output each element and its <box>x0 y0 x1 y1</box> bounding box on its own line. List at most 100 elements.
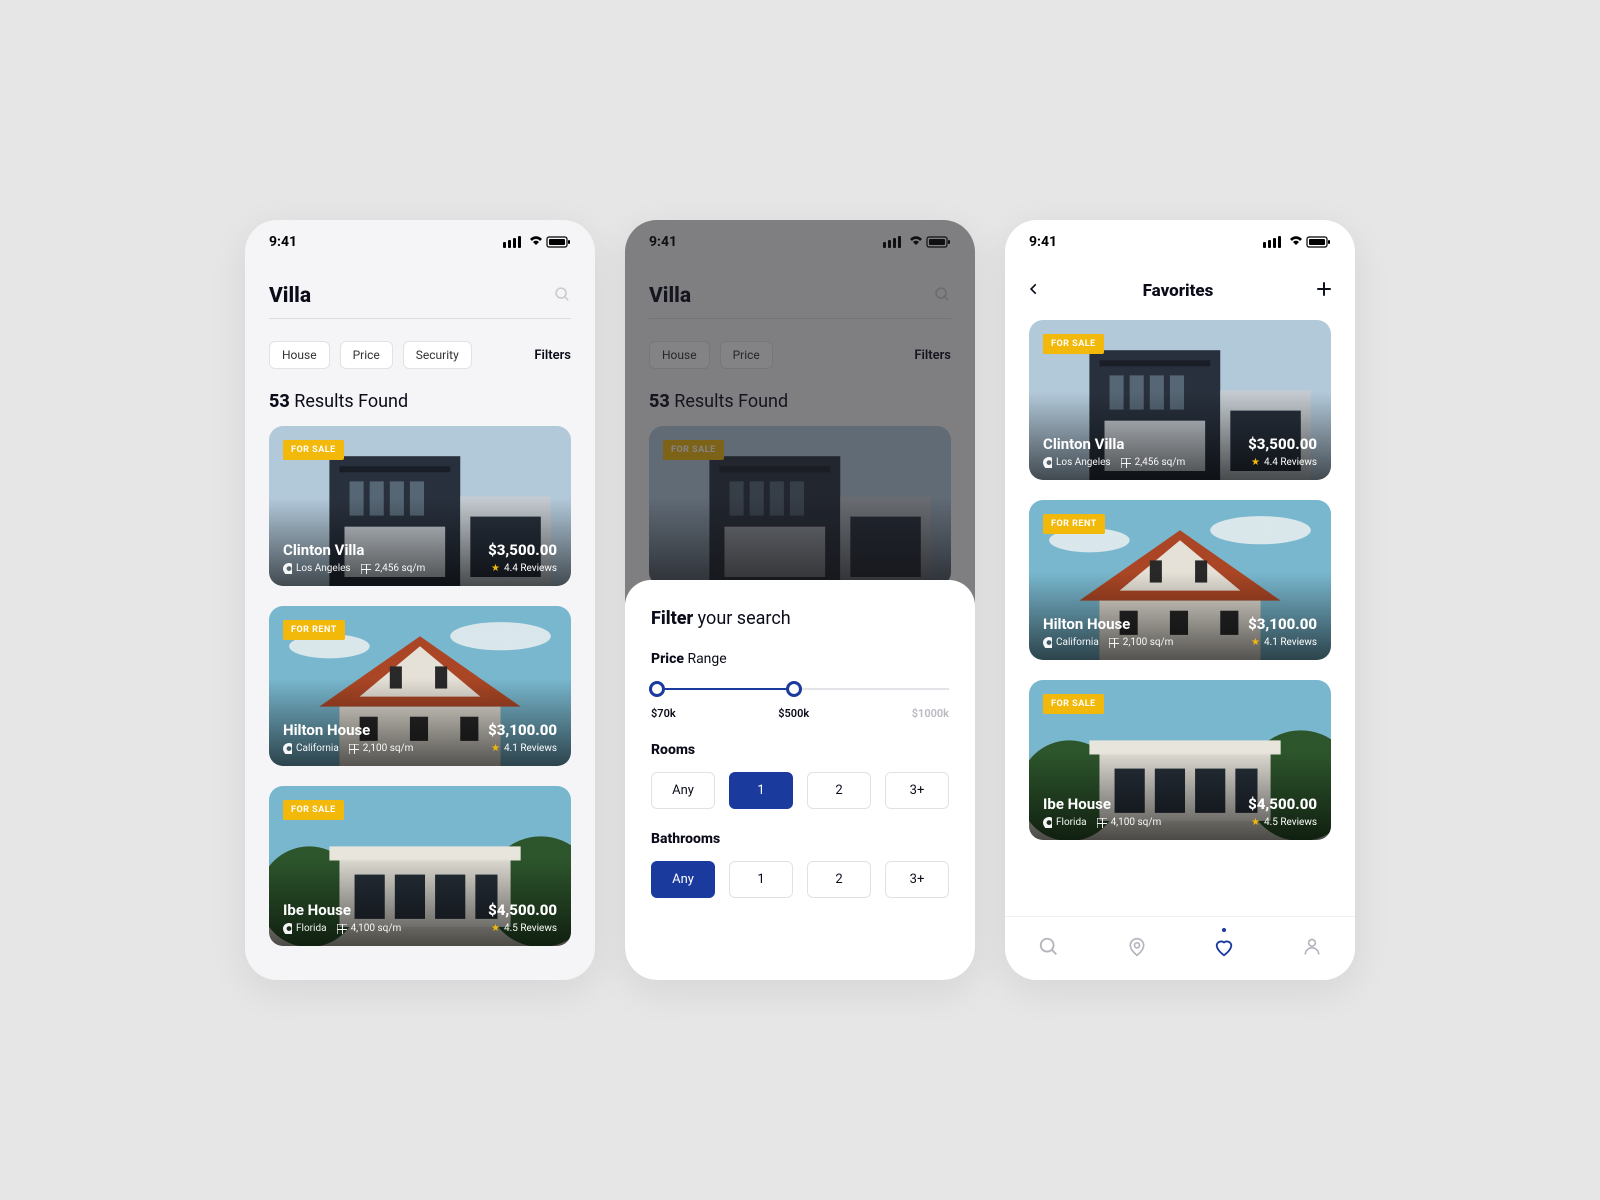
heart-icon <box>1213 936 1235 958</box>
plus-icon <box>1315 280 1333 298</box>
pin-icon <box>1043 457 1052 468</box>
rooms-opt-any[interactable]: Any <box>651 772 715 809</box>
add-button[interactable] <box>1315 280 1333 302</box>
slider-thumb-min[interactable] <box>649 681 665 697</box>
listing-location: Los Angeles <box>283 563 351 574</box>
listing-price: $4,500.00 <box>1248 795 1317 813</box>
bath-opt-1[interactable]: 1 <box>729 861 793 898</box>
listing-location: Los Angeles <box>1043 457 1111 468</box>
listing-price: $3,500.00 <box>1248 435 1317 453</box>
star-icon: ★ <box>491 743 500 754</box>
sheet-title: Filter your search <box>651 608 949 629</box>
listing-rating: ★4.4 Reviews <box>1248 457 1317 468</box>
star-icon: ★ <box>491 563 500 574</box>
listing-price: $4,500.00 <box>488 901 557 919</box>
price-mid: $500k <box>778 707 809 720</box>
user-icon <box>1302 936 1322 958</box>
rooms-opt-2[interactable]: 2 <box>807 772 871 809</box>
status-badge: FOR SALE <box>283 800 344 820</box>
area-icon <box>1109 638 1119 648</box>
listing-name: Clinton Villa <box>283 541 425 559</box>
listing-location: Florida <box>283 923 327 934</box>
favorite-card[interactable]: FOR SALE Ibe House Florida 4,100 sq/m $4… <box>1029 680 1331 840</box>
bath-opt-any[interactable]: Any <box>651 861 715 898</box>
star-icon: ★ <box>1251 817 1260 828</box>
price-max: $1000k <box>912 707 949 720</box>
status-bar: 9:41 <box>245 220 595 264</box>
listing-price: $3,100.00 <box>488 721 557 739</box>
area-icon <box>361 564 371 574</box>
pin-icon <box>1043 637 1052 648</box>
pin-icon <box>283 563 292 574</box>
price-slider[interactable] <box>651 681 949 697</box>
back-button[interactable] <box>1027 280 1041 302</box>
bathrooms-label: Bathrooms <box>651 831 949 847</box>
search-query[interactable]: Villa <box>269 284 311 308</box>
pin-icon <box>283 743 292 754</box>
pin-icon <box>1043 817 1052 828</box>
listing-rating: ★4.4 Reviews <box>488 563 557 574</box>
listing-name: Clinton Villa <box>1043 435 1185 453</box>
status-bar: 9:41 <box>1005 220 1355 264</box>
status-icons <box>1263 236 1331 248</box>
bathrooms-options: Any 1 2 3+ <box>651 861 949 898</box>
listing-name: Ibe House <box>283 901 401 919</box>
favorite-card[interactable]: FOR RENT Hilton House California 2,100 s… <box>1029 500 1331 660</box>
listing-card[interactable]: FOR SALE Ibe House Florida 4,100 sq/m $4… <box>269 786 571 946</box>
area-icon <box>349 744 359 754</box>
listing-rating: ★4.5 Reviews <box>1248 817 1317 828</box>
screen-listings: 9:41 Villa House Price Security Filters … <box>245 220 595 980</box>
status-time: 9:41 <box>269 234 297 250</box>
status-badge: FOR SALE <box>1043 694 1104 714</box>
page-title: Favorites <box>1143 281 1214 301</box>
listing-area: 2,100 sq/m <box>349 743 414 754</box>
bath-opt-2[interactable]: 2 <box>807 861 871 898</box>
active-dot <box>1222 928 1226 932</box>
bottom-nav <box>1005 916 1355 980</box>
pin-icon <box>283 923 292 934</box>
listing-name: Hilton House <box>1043 615 1173 633</box>
nav-profile[interactable] <box>1302 936 1322 962</box>
filter-chip-house[interactable]: House <box>269 341 330 369</box>
listing-name: Hilton House <box>283 721 413 739</box>
status-badge: FOR RENT <box>283 620 345 640</box>
rooms-options: Any 1 2 3+ <box>651 772 949 809</box>
rooms-opt-1[interactable]: 1 <box>729 772 793 809</box>
filters-link[interactable]: Filters <box>534 348 571 363</box>
status-icons <box>503 236 571 248</box>
star-icon: ★ <box>491 923 500 934</box>
listing-rating: ★4.1 Reviews <box>1248 637 1317 648</box>
screen-filter: 9:41 Villa House Price Filters 53 Result… <box>625 220 975 980</box>
filter-chip-price[interactable]: Price <box>340 341 393 369</box>
listing-rating: ★4.5 Reviews <box>488 923 557 934</box>
results-number: 53 <box>269 391 290 412</box>
star-icon: ★ <box>1251 637 1260 648</box>
results-count: 53 Results Found <box>245 369 595 426</box>
slider-thumb-max[interactable] <box>786 681 802 697</box>
pin-icon <box>1127 936 1147 958</box>
nav-search[interactable] <box>1038 936 1060 962</box>
status-badge: FOR SALE <box>1043 334 1104 354</box>
price-range-label: Price Range <box>651 651 949 667</box>
status-time: 9:41 <box>1029 234 1057 250</box>
nav-map[interactable] <box>1127 936 1147 962</box>
search-icon[interactable] <box>554 286 571 307</box>
area-icon <box>1121 458 1131 468</box>
listing-name: Ibe House <box>1043 795 1161 813</box>
listing-card[interactable]: FOR RENT Hilton House California 2,100 s… <box>269 606 571 766</box>
favorite-card[interactable]: FOR SALE Clinton Villa Los Angeles 2,456… <box>1029 320 1331 480</box>
area-icon <box>337 924 347 934</box>
listing-price: $3,500.00 <box>488 541 557 559</box>
listing-area: 2,100 sq/m <box>1109 637 1174 648</box>
listing-location: California <box>283 743 339 754</box>
nav-favorites[interactable] <box>1213 936 1235 962</box>
rooms-label: Rooms <box>651 742 949 758</box>
filter-chip-security[interactable]: Security <box>403 341 472 369</box>
bath-opt-3plus[interactable]: 3+ <box>885 861 949 898</box>
listing-area: 4,100 sq/m <box>337 923 402 934</box>
star-icon: ★ <box>1251 457 1260 468</box>
listing-location: California <box>1043 637 1099 648</box>
listing-price: $3,100.00 <box>1248 615 1317 633</box>
listing-card[interactable]: FOR SALE Clinton Villa Los Angeles 2,456… <box>269 426 571 586</box>
rooms-opt-3plus[interactable]: 3+ <box>885 772 949 809</box>
